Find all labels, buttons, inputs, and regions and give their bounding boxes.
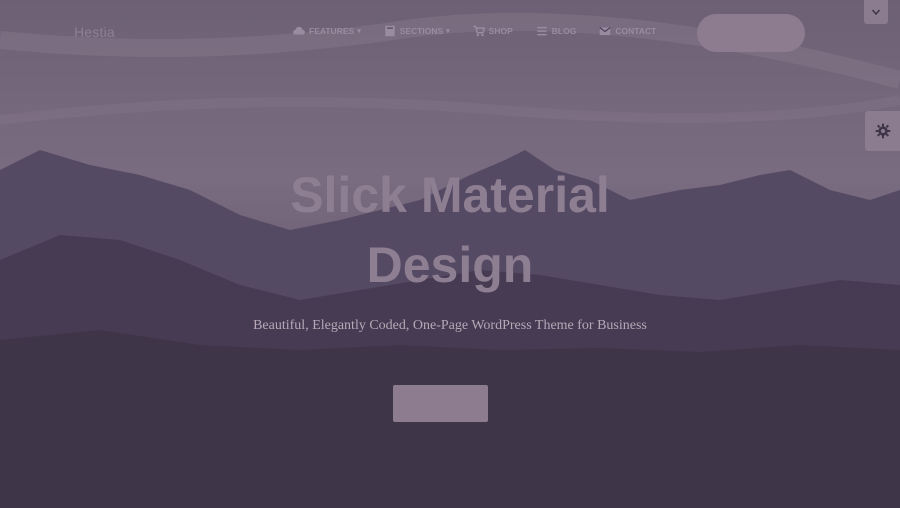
nav-item-contact[interactable]: Contact	[598, 24, 656, 38]
nav-label-contact: Contact	[615, 26, 657, 36]
scroll-toggle-button[interactable]	[864, 0, 888, 24]
chevron-down-icon: ▾	[357, 28, 361, 35]
nav-item-sections[interactable]: Sections ▾	[383, 24, 450, 38]
nav-item-shop[interactable]: Shop	[472, 24, 513, 38]
hero-cta-button[interactable]	[393, 385, 488, 422]
hero-subtitle: Beautiful, Elegantly Coded, One-Page Wor…	[253, 318, 647, 333]
chevron-down-icon: ▾	[446, 28, 450, 35]
nav-item-blog[interactable]: Blog	[535, 24, 577, 38]
cloud-icon	[293, 26, 305, 35]
chevron-down-icon	[871, 9, 881, 16]
settings-panel-toggle[interactable]	[865, 111, 900, 151]
mail-icon	[599, 27, 611, 36]
nav-label-sections: Sections	[399, 26, 444, 36]
nav-label-shop: Shop	[488, 26, 513, 36]
site-brand[interactable]: Hestia	[74, 24, 115, 40]
main-navigation: Features ▾ Sections ▾ Shop	[292, 24, 678, 38]
cart-icon	[472, 25, 485, 37]
header-cta-button[interactable]	[697, 14, 805, 52]
book-icon	[385, 25, 395, 37]
hero-title: Slick Material Design	[0, 160, 900, 300]
nav-item-features[interactable]: Features ▾	[292, 24, 361, 38]
gear-icon	[875, 123, 891, 139]
hero-section: Hestia Features ▾ Sections ▾ Shop	[0, 0, 900, 508]
hero-title-line-1: Slick Material	[290, 167, 610, 223]
hero-title-line-2: Design	[366, 237, 534, 293]
nav-label-blog: Blog	[551, 26, 577, 36]
nav-label-features: Features	[309, 26, 355, 36]
list-icon	[537, 26, 547, 36]
